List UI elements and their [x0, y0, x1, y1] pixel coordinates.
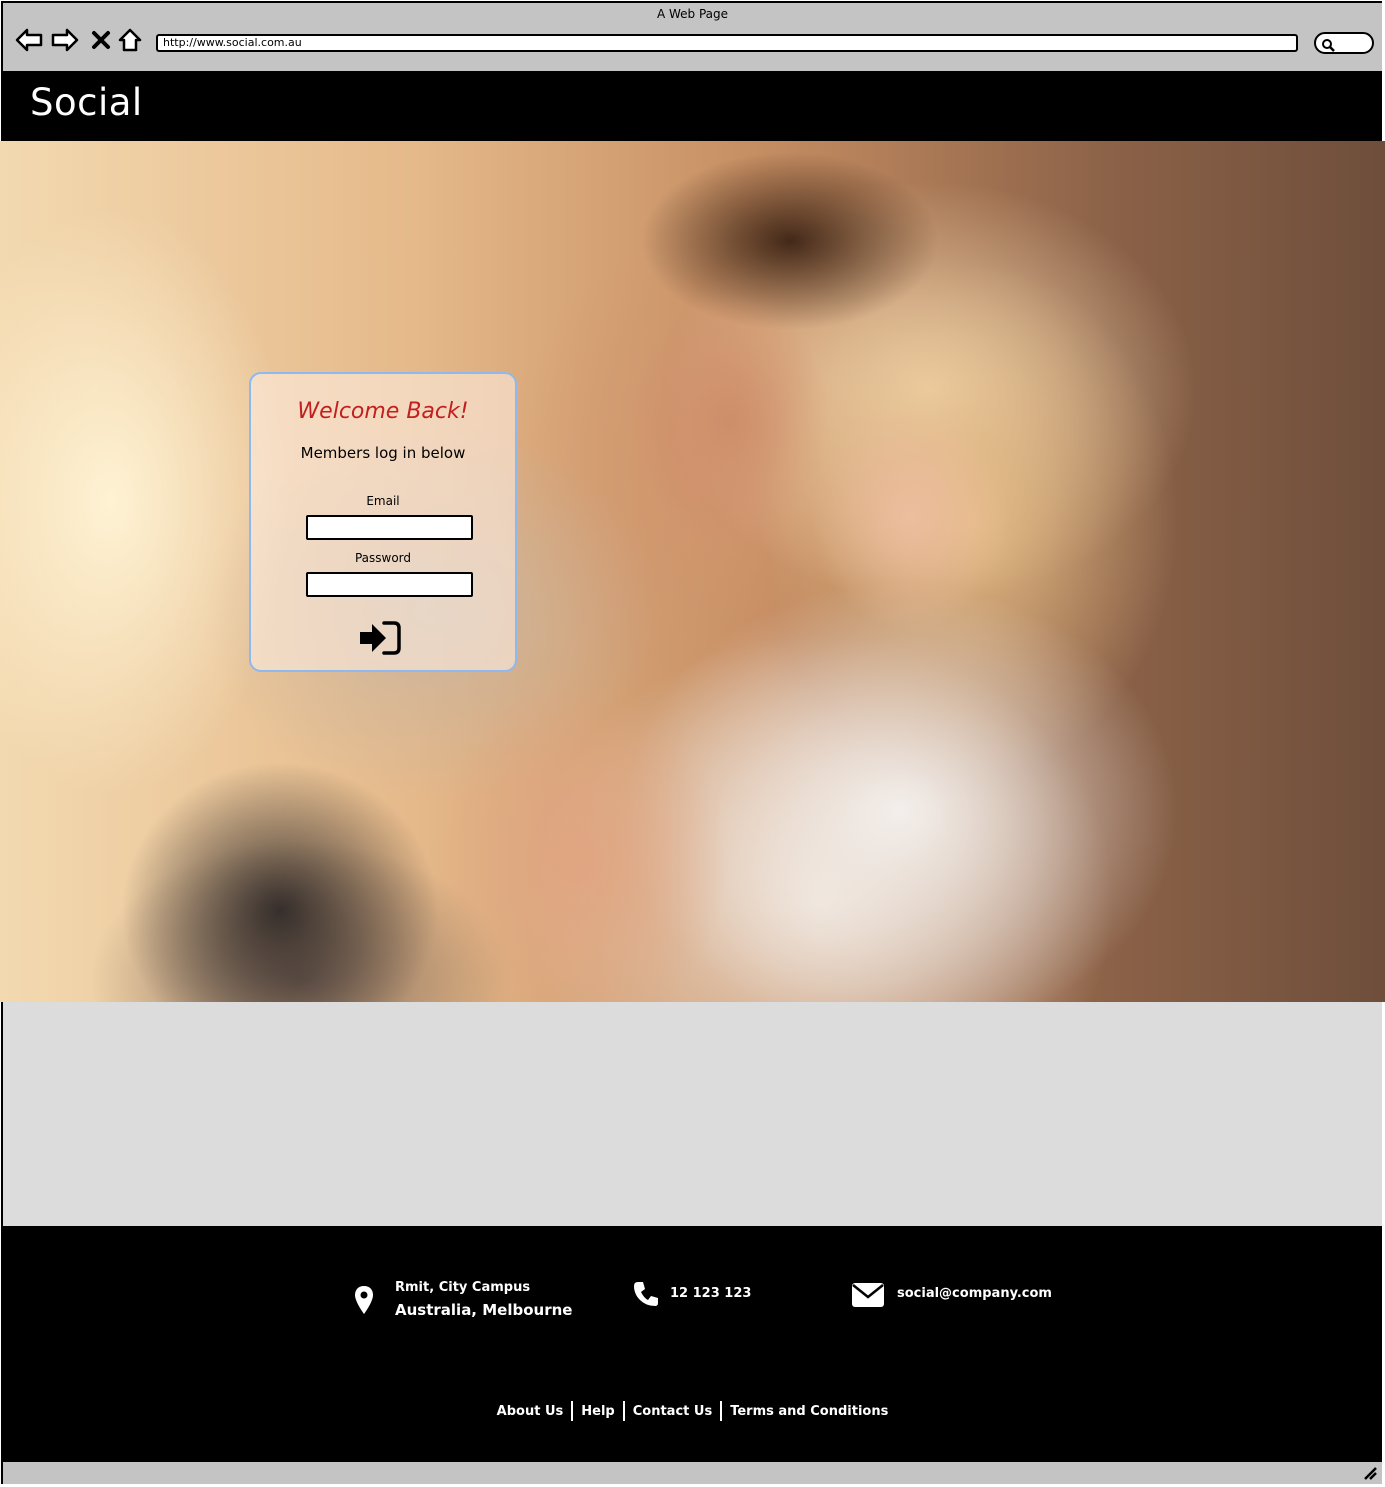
- footer-email[interactable]: social@company.com: [897, 1286, 1052, 1301]
- site-footer: Rmit, City Campus Australia, Melbourne 1…: [3, 1226, 1382, 1460]
- site-header: Social: [3, 71, 1382, 141]
- footer-link-help[interactable]: Help: [573, 1404, 622, 1419]
- close-icon: [92, 31, 110, 49]
- window-title: A Web Page: [656, 7, 729, 21]
- home-button[interactable]: [115, 25, 145, 55]
- forward-button[interactable]: [50, 25, 80, 55]
- password-field[interactable]: [306, 572, 473, 597]
- resize-grip-icon[interactable]: [1362, 1465, 1378, 1481]
- footer-link-contact[interactable]: Contact Us: [625, 1404, 720, 1419]
- footer-link-terms[interactable]: Terms and Conditions: [722, 1404, 896, 1419]
- back-button[interactable]: [14, 25, 44, 55]
- footer-address-line1: Rmit, City Campus: [395, 1280, 531, 1295]
- browser-chrome: A Web Page: [3, 3, 1382, 71]
- login-button[interactable]: [358, 619, 402, 657]
- login-card: Welcome Back! Members log in below Email…: [249, 372, 517, 672]
- hero-image: Welcome Back! Members log in below Email…: [0, 141, 1385, 1002]
- login-subtitle: Members log in below: [300, 444, 466, 462]
- envelope-icon: [852, 1283, 884, 1307]
- map-pin-icon: [355, 1286, 373, 1314]
- password-label: Password: [354, 551, 412, 565]
- footer-link-about[interactable]: About Us: [489, 1404, 572, 1419]
- footer-phone[interactable]: 12 123 123: [670, 1286, 751, 1301]
- site-logo[interactable]: Social: [30, 81, 143, 124]
- phone-icon: [634, 1282, 658, 1306]
- login-title: Welcome Back!: [297, 399, 469, 424]
- footer-nav: About Us Help Contact Us Terms and Condi…: [3, 1401, 1382, 1421]
- arrow-left-icon: [15, 28, 43, 52]
- footer-address-line2: Australia, Melbourne: [395, 1301, 573, 1319]
- home-icon: [118, 28, 142, 52]
- content-band: [3, 1002, 1382, 1226]
- sign-in-icon: [360, 621, 401, 655]
- email-label: Email: [366, 494, 400, 508]
- browser-search-box[interactable]: [1314, 32, 1374, 54]
- address-bar[interactable]: [156, 34, 1298, 52]
- stop-button[interactable]: [86, 25, 116, 55]
- arrow-right-icon: [51, 28, 79, 52]
- email-field[interactable]: [306, 515, 473, 540]
- browser-status-bar: [3, 1460, 1382, 1484]
- search-icon: [1322, 39, 1335, 52]
